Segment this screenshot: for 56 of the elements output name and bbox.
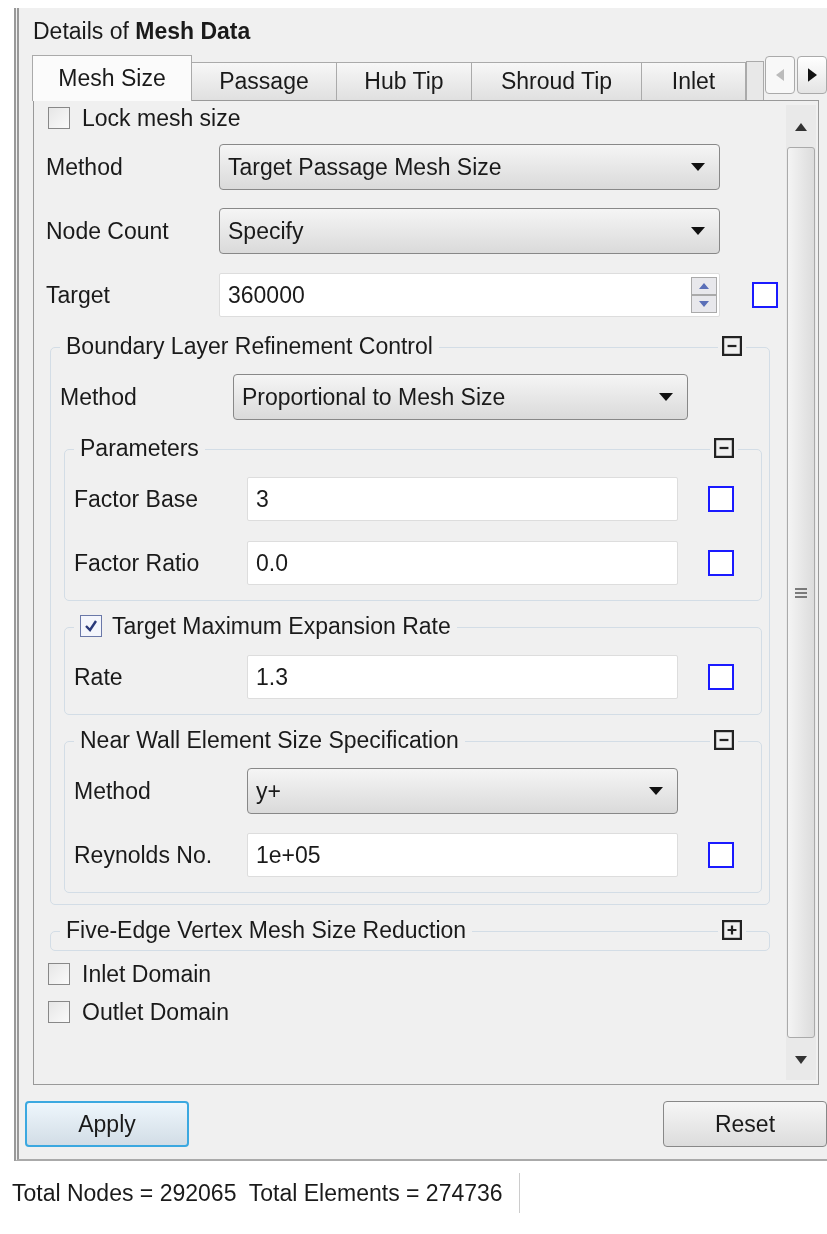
left-arrow-icon — [776, 69, 784, 81]
panel-title: Details of Mesh Data — [33, 17, 252, 46]
tab[interactable]: Shroud Tip — [471, 62, 642, 100]
group-title: Near Wall Element Size Specification — [80, 726, 459, 754]
expression-toggle[interactable] — [708, 550, 734, 576]
checkbox-label: Lock mesh size — [82, 104, 241, 132]
status-text: Total Nodes = 292065 Total Elements = 274736 — [0, 1173, 520, 1213]
tab[interactable]: Inlet — [641, 62, 746, 100]
checkbox-label: Inlet Domain — [82, 960, 212, 988]
input-field[interactable]: 0.0 — [247, 541, 678, 585]
caret-icon — [691, 227, 705, 235]
group-title: Five-Edge Vertex Mesh Size Reduction — [66, 916, 467, 944]
dropdown[interactable]: Proportional to Mesh Size — [233, 374, 688, 420]
input-field[interactable]: 3 — [247, 477, 678, 521]
expression-toggle[interactable] — [708, 842, 734, 868]
spin-buttons-icon[interactable] — [691, 277, 717, 313]
tab[interactable]: Hub Tip — [336, 62, 472, 100]
caret-icon — [649, 787, 663, 795]
scroll-right-button[interactable] — [797, 56, 827, 94]
reset-button[interactable]: Reset — [663, 1101, 827, 1147]
group-title: Parameters — [80, 434, 199, 462]
dropdown[interactable]: Specify — [219, 208, 720, 254]
tab[interactable]: Passage — [191, 62, 337, 100]
caret-icon — [659, 393, 673, 401]
checkbox[interactable] — [80, 615, 102, 637]
group-title: Target Maximum Expansion Rate — [112, 612, 451, 640]
checkbox[interactable] — [48, 963, 70, 985]
grip-icon — [795, 587, 807, 598]
checkbox-label: Outlet Domain — [82, 998, 229, 1026]
number-field[interactable]: 360000 — [219, 273, 720, 317]
expression-toggle[interactable] — [708, 486, 734, 512]
field-label: Target — [46, 281, 111, 309]
field-label: Method — [46, 153, 124, 181]
field-label: Factor Base — [74, 485, 199, 513]
input-field[interactable]: 1e+05 — [247, 833, 678, 877]
expression-toggle[interactable] — [708, 664, 734, 690]
dropdown[interactable]: Target Passage Mesh Size — [219, 144, 720, 190]
checkmark-icon — [83, 618, 99, 634]
checkbox[interactable] — [48, 107, 70, 129]
scroll-up-icon[interactable] — [795, 123, 807, 131]
field-label: Method — [60, 383, 138, 411]
checkbox[interactable] — [48, 1001, 70, 1023]
dropdown[interactable]: y+ — [247, 768, 678, 814]
field-label: Factor Ratio — [74, 549, 201, 577]
right-arrow-icon — [807, 68, 817, 82]
scroll-down-icon[interactable] — [795, 1056, 807, 1064]
expression-toggle[interactable] — [752, 282, 778, 308]
field-label: Rate — [74, 663, 124, 691]
input-field[interactable]: 1.3 — [247, 655, 678, 699]
caret-icon — [691, 163, 705, 171]
field-label: Node Count — [46, 217, 170, 245]
field-label: Method — [74, 777, 152, 805]
group-title: Boundary Layer Refinement Control — [66, 332, 433, 360]
field-label: Reynolds No. — [74, 841, 214, 869]
apply-button[interactable]: Apply — [25, 1101, 189, 1147]
tab[interactable]: Mesh Size — [32, 55, 192, 101]
